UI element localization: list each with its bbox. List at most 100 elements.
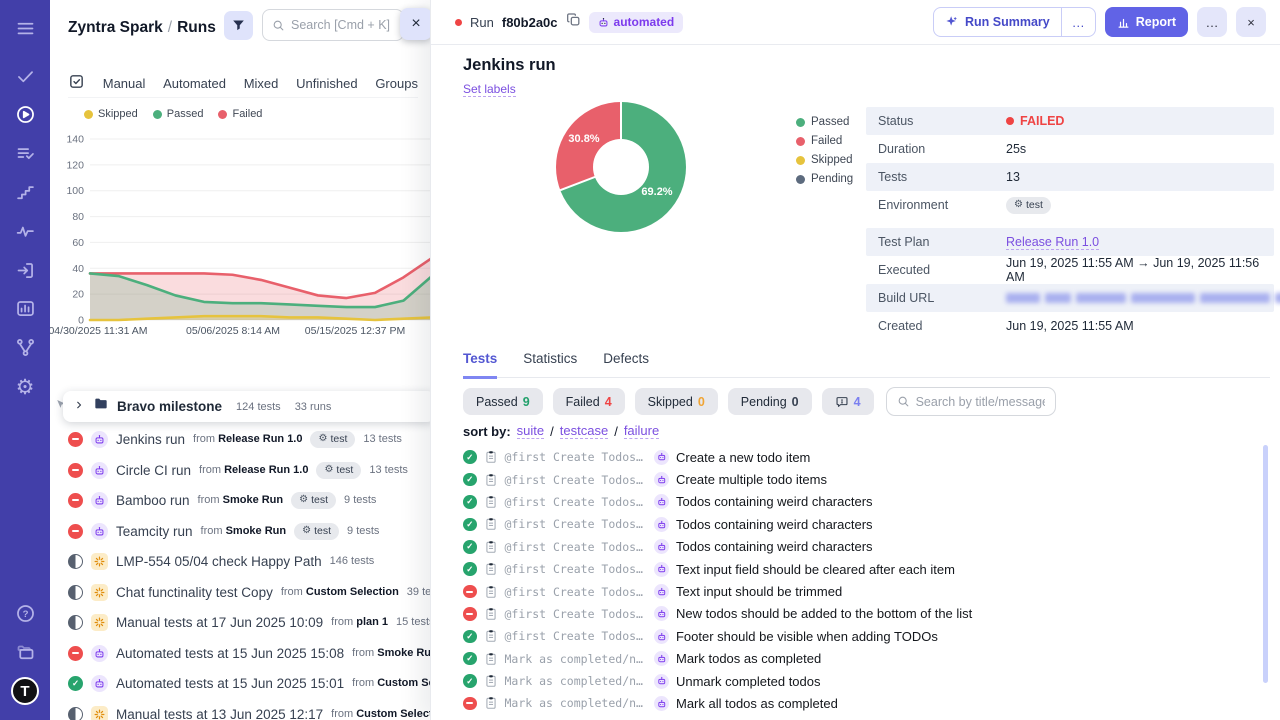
tab-mixed[interactable]: Mixed: [244, 76, 279, 91]
integrations-branch-icon[interactable]: [12, 334, 38, 360]
test-row[interactable]: @first Create Todos…New todos should be …: [463, 603, 1256, 625]
runs-play-icon[interactable]: [12, 101, 38, 127]
run-info-table: Status FAILED Duration25s Tests13 Enviro…: [866, 107, 1274, 340]
environment-badge: ⚙test: [316, 462, 361, 479]
run-list-item[interactable]: Bamboo run from Smoke Run ⚙test 9 tests: [68, 485, 430, 515]
tab-statistics[interactable]: Statistics: [523, 351, 577, 377]
run-list-item[interactable]: Teamcity run from Smoke Run ⚙test 9 test…: [68, 516, 430, 546]
analytics-icon[interactable]: [12, 295, 38, 321]
tests-search[interactable]: [886, 387, 1056, 416]
more-actions-button[interactable]: …: [1197, 7, 1227, 37]
run-list-item[interactable]: LMP-554 05/04 check Happy Path 146 tests: [68, 546, 430, 576]
clipboard-icon: [484, 495, 498, 509]
failed-status-icon: [68, 432, 83, 447]
close-detail-button[interactable]: ×: [1236, 7, 1266, 37]
help-icon[interactable]: ?: [12, 600, 38, 626]
tab-defects[interactable]: Defects: [603, 351, 649, 377]
close-panel-button[interactable]: ×: [400, 8, 430, 40]
runs-search[interactable]: [262, 9, 404, 41]
tests-list: @first Create Todos…Create a new todo it…: [463, 446, 1256, 715]
menu-icon[interactable]: [12, 15, 38, 41]
test-title: Footer should be visible when adding TOD…: [676, 629, 938, 644]
filter-failed[interactable]: Failed4: [553, 388, 625, 415]
milestone-folder-row[interactable]: Bravo milestone 124 tests 33 runs: [63, 391, 430, 422]
run-tests-count: 9 tests: [347, 525, 379, 537]
run-from: from Release Run 1.0: [193, 433, 302, 445]
environment-badge: ⚙test: [291, 492, 336, 509]
run-list-item[interactable]: Automated tests at 15 Jun 2025 15:01 fro…: [68, 668, 430, 698]
filter-skipped[interactable]: Skipped0: [635, 388, 718, 415]
test-row[interactable]: Mark as completed/n…Mark todos as comple…: [463, 648, 1256, 670]
filter-pending[interactable]: Pending0: [728, 388, 812, 415]
pulse-icon[interactable]: [12, 218, 38, 244]
chevron-right-icon[interactable]: [73, 398, 85, 416]
run-list-item[interactable]: Manual tests at 17 Jun 2025 10:09 from p…: [68, 607, 430, 637]
tests-search-input[interactable]: [916, 395, 1045, 409]
testomat-logo[interactable]: T: [11, 677, 39, 705]
run-list-item[interactable]: Automated tests at 15 Jun 2025 15:08 fro…: [68, 638, 430, 668]
tab-automated[interactable]: Automated: [163, 76, 226, 91]
test-row[interactable]: @first Create Todos…Create multiple todo…: [463, 468, 1256, 490]
run-list-item[interactable]: Manual tests at 13 Jun 2025 12:17 from C…: [68, 699, 430, 720]
test-row[interactable]: Mark as completed/n…Mark all todos as co…: [463, 692, 1256, 714]
runs-search-input[interactable]: [291, 18, 394, 32]
tab-groups[interactable]: Groups: [375, 76, 418, 91]
scrollbar[interactable]: [1263, 445, 1268, 683]
tests-check-icon[interactable]: [12, 63, 38, 89]
test-title: Todos containing weird characters: [676, 517, 873, 532]
filter-passed[interactable]: Passed9: [463, 388, 543, 415]
automated-badge[interactable]: automated: [589, 12, 684, 33]
test-plan-link[interactable]: Release Run 1.0: [1006, 235, 1099, 250]
test-row[interactable]: @first Create Todos…Todos containing wei…: [463, 513, 1256, 535]
test-suite: @first Create Todos…: [505, 629, 643, 643]
run-summary-more-button[interactable]: …: [1062, 8, 1095, 36]
projects-folders-icon[interactable]: [12, 639, 38, 665]
gear-icon: ⚙: [302, 526, 311, 536]
sort-by-testcase[interactable]: testcase: [560, 423, 608, 439]
test-plans-icon[interactable]: [12, 140, 38, 166]
test-row[interactable]: @first Create Todos… Text input field sho…: [463, 558, 1256, 580]
milestones-steps-icon[interactable]: [12, 179, 38, 205]
automated-test-icon: [654, 450, 669, 465]
run-id: f80b2a0c: [502, 15, 558, 30]
tab-unfinished[interactable]: Unfinished: [296, 76, 357, 91]
test-suite: Mark as completed/n…: [505, 696, 643, 710]
sort-by-suite[interactable]: suite: [517, 423, 544, 439]
run-list-item[interactable]: Jenkins run from Release Run 1.0 ⚙test 1…: [68, 424, 430, 454]
run-name: Circle CI run: [116, 463, 191, 478]
tab-manual[interactable]: Manual: [103, 76, 146, 91]
tab-tests[interactable]: Tests: [463, 351, 497, 379]
test-suite: @first Create Todos…: [505, 562, 643, 576]
settings-gear-icon[interactable]: ⚙: [12, 374, 38, 400]
svg-text:40: 40: [72, 263, 84, 275]
project-name[interactable]: Zyntra Spark: [68, 19, 163, 36]
select-all-icon[interactable]: [68, 73, 85, 95]
automated-test-icon: [654, 651, 669, 666]
passed-percent-label: 69.2%: [641, 186, 672, 198]
test-row[interactable]: @first Create Todos…Todos containing wei…: [463, 536, 1256, 558]
legend-failed: Failed: [218, 108, 262, 120]
environment-badge: ⚙test: [294, 523, 339, 540]
set-labels-link[interactable]: Set labels: [463, 82, 516, 97]
test-title: Text input field should be cleared after…: [676, 562, 955, 577]
gear-icon: ⚙: [318, 434, 327, 444]
run-list-item[interactable]: Chat functinality test Copy from Custom …: [68, 577, 430, 607]
import-icon[interactable]: [12, 257, 38, 283]
copy-icon[interactable]: [566, 12, 581, 32]
test-row[interactable]: @first Create Todos… Footer should be vis…: [463, 625, 1256, 647]
test-row[interactable]: @first Create Todos…Todos containing wei…: [463, 491, 1256, 513]
automated-test-icon: [654, 629, 669, 644]
report-button[interactable]: Report: [1105, 7, 1188, 37]
test-row[interactable]: @first Create Todos…Create a new todo it…: [463, 446, 1256, 468]
filter-comments[interactable]: 4: [822, 388, 874, 415]
filter-button[interactable]: [224, 11, 253, 40]
passed-status-icon: [463, 674, 477, 688]
skipped-dot: [84, 110, 93, 119]
test-row[interactable]: @first Create Todos…Text input should be…: [463, 580, 1256, 602]
run-from: from Release Run 1.0: [199, 464, 308, 476]
test-row[interactable]: Mark as completed/n…Unmark completed tod…: [463, 670, 1256, 692]
run-list-item[interactable]: Circle CI run from Release Run 1.0 ⚙test…: [68, 455, 430, 485]
run-name: Manual tests at 13 Jun 2025 12:17: [116, 707, 323, 720]
sort-by-failure[interactable]: failure: [624, 423, 659, 439]
run-summary-button[interactable]: Run Summary: [934, 8, 1061, 36]
